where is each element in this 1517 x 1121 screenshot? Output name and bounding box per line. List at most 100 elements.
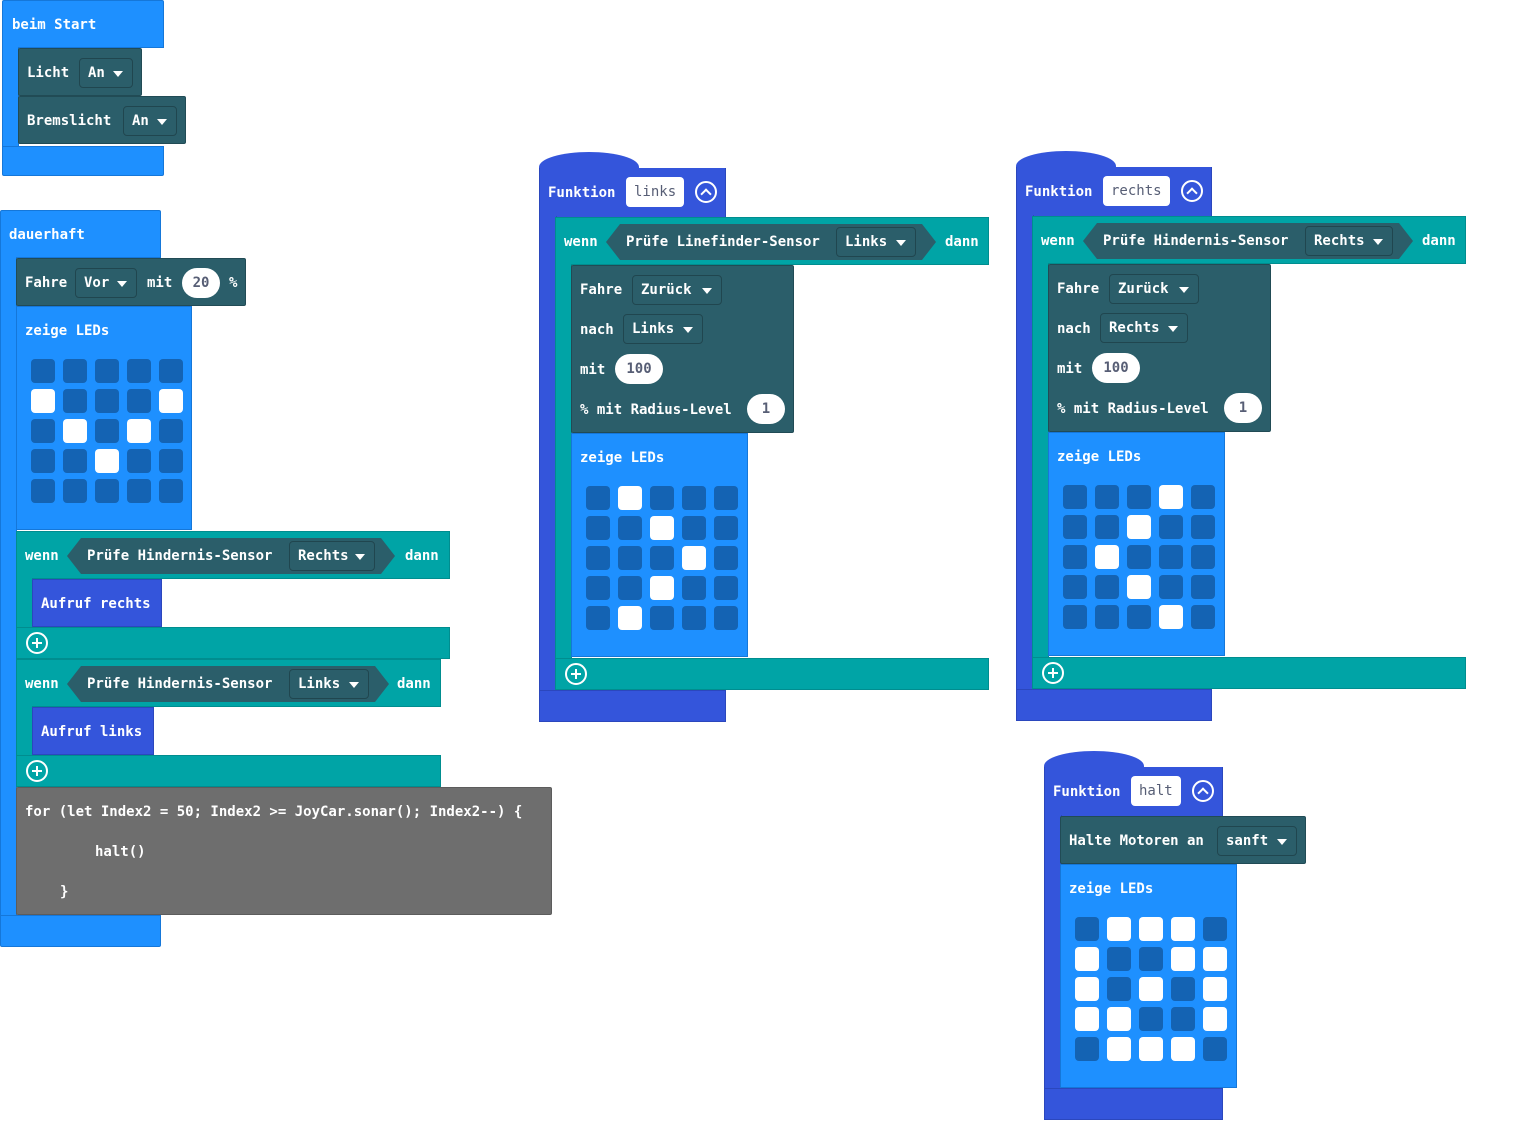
- led-cell[interactable]: [714, 516, 738, 540]
- led-cell[interactable]: [1171, 1007, 1195, 1031]
- led-cell[interactable]: [1191, 575, 1215, 599]
- drive-direction-dropdown[interactable]: Zurück: [1109, 274, 1199, 304]
- turn-direction-dropdown[interactable]: Links: [623, 314, 703, 344]
- led-cell[interactable]: [1075, 1007, 1099, 1031]
- led-cell[interactable]: [650, 486, 674, 510]
- led-cell[interactable]: [127, 389, 151, 413]
- led-cell[interactable]: [714, 546, 738, 570]
- light-block[interactable]: Licht An: [18, 48, 142, 96]
- light-dropdown[interactable]: An: [79, 58, 133, 88]
- add-branch-icon[interactable]: [565, 663, 587, 685]
- check-obstacle-left-block[interactable]: Prüfe Hindernis-Sensor Links: [67, 666, 389, 702]
- led-cell[interactable]: [1203, 1007, 1227, 1031]
- obstacle-side-dropdown[interactable]: Rechts: [1305, 226, 1393, 256]
- led-cell[interactable]: [127, 419, 151, 443]
- led-cell[interactable]: [714, 576, 738, 600]
- led-cell[interactable]: [1139, 917, 1163, 941]
- led-grid[interactable]: [1063, 485, 1219, 633]
- check-linefinder-block[interactable]: Prüfe Linefinder-Sensor Links: [606, 224, 936, 260]
- add-branch-icon[interactable]: [1042, 662, 1064, 684]
- led-cell[interactable]: [618, 606, 642, 630]
- led-cell[interactable]: [1095, 605, 1119, 629]
- led-cell[interactable]: [1075, 947, 1099, 971]
- led-grid[interactable]: [31, 359, 187, 507]
- led-grid[interactable]: [586, 486, 742, 634]
- led-cell[interactable]: [618, 486, 642, 510]
- led-cell[interactable]: [1159, 485, 1183, 509]
- led-cell[interactable]: [63, 359, 87, 383]
- led-cell[interactable]: [586, 576, 610, 600]
- led-cell[interactable]: [682, 576, 706, 600]
- led-cell[interactable]: [1171, 977, 1195, 1001]
- led-cell[interactable]: [95, 419, 119, 443]
- led-cell[interactable]: [1159, 545, 1183, 569]
- led-cell[interactable]: [650, 576, 674, 600]
- led-cell[interactable]: [159, 449, 183, 473]
- led-cell[interactable]: [1107, 1037, 1131, 1061]
- function-links-header[interactable]: Funktion links: [539, 168, 726, 218]
- collapse-icon[interactable]: [1192, 780, 1214, 802]
- function-name-input[interactable]: halt: [1131, 776, 1181, 806]
- drive-direction-dropdown[interactable]: Vor: [75, 268, 137, 298]
- led-cell[interactable]: [1075, 1037, 1099, 1061]
- led-cell[interactable]: [31, 389, 55, 413]
- led-cell[interactable]: [1095, 545, 1119, 569]
- led-cell[interactable]: [159, 389, 183, 413]
- if-right-block[interactable]: wenn Prüfe Hindernis-Sensor Rechts dann: [16, 531, 450, 579]
- led-cell[interactable]: [1063, 605, 1087, 629]
- led-cell[interactable]: [586, 606, 610, 630]
- led-cell[interactable]: [95, 389, 119, 413]
- led-cell[interactable]: [586, 546, 610, 570]
- led-cell[interactable]: [1127, 485, 1151, 509]
- drive-curve-block[interactable]: Fahre Zurück nach Links mit 100 % mit Ra…: [571, 265, 794, 433]
- led-cell[interactable]: [1127, 605, 1151, 629]
- brake-light-dropdown[interactable]: An: [123, 106, 177, 136]
- if-obstacle-footer[interactable]: [1032, 657, 1466, 689]
- function-rechts-header[interactable]: Funktion rechts: [1016, 167, 1212, 217]
- led-cell[interactable]: [1139, 977, 1163, 1001]
- led-cell[interactable]: [1107, 947, 1131, 971]
- led-cell[interactable]: [1107, 977, 1131, 1001]
- led-cell[interactable]: [63, 479, 87, 503]
- led-cell[interactable]: [1139, 1007, 1163, 1031]
- led-cell[interactable]: [1095, 575, 1119, 599]
- radius-input[interactable]: 1: [1224, 393, 1262, 423]
- led-cell[interactable]: [1095, 485, 1119, 509]
- stop-motors-block[interactable]: Halte Motoren an sanft: [1060, 816, 1306, 864]
- led-cell[interactable]: [1159, 575, 1183, 599]
- led-cell[interactable]: [1159, 515, 1183, 539]
- led-cell[interactable]: [1171, 1037, 1195, 1061]
- brake-light-block[interactable]: Bremslicht An: [18, 96, 186, 144]
- function-name-input[interactable]: links: [626, 177, 685, 207]
- led-cell[interactable]: [650, 606, 674, 630]
- led-cell[interactable]: [159, 479, 183, 503]
- function-name-input[interactable]: rechts: [1103, 176, 1170, 206]
- javascript-code-block[interactable]: for (let Index2 = 50; Index2 >= JoyCar.s…: [16, 787, 552, 915]
- radius-input[interactable]: 1: [747, 394, 785, 424]
- forever-block[interactable]: dauerhaft: [0, 210, 161, 258]
- led-cell[interactable]: [1171, 917, 1195, 941]
- add-branch-icon[interactable]: [26, 760, 48, 782]
- show-leds-block[interactable]: zeige LEDs: [16, 306, 192, 530]
- led-cell[interactable]: [1127, 515, 1151, 539]
- speed-input[interactable]: 100: [1092, 353, 1140, 383]
- led-grid[interactable]: [1075, 917, 1231, 1065]
- led-cell[interactable]: [714, 606, 738, 630]
- led-cell[interactable]: [682, 516, 706, 540]
- led-cell[interactable]: [159, 359, 183, 383]
- call-left-block[interactable]: Aufruf links: [32, 707, 154, 755]
- led-cell[interactable]: [682, 486, 706, 510]
- function-halt-header[interactable]: Funktion halt: [1044, 767, 1223, 817]
- led-cell[interactable]: [63, 389, 87, 413]
- led-cell[interactable]: [618, 546, 642, 570]
- led-cell[interactable]: [1127, 545, 1151, 569]
- drive-direction-dropdown[interactable]: Zurück: [632, 275, 722, 305]
- led-cell[interactable]: [1075, 917, 1099, 941]
- led-cell[interactable]: [650, 546, 674, 570]
- if-left-footer[interactable]: [16, 755, 441, 787]
- led-cell[interactable]: [1191, 485, 1215, 509]
- check-obstacle-block[interactable]: Prüfe Hindernis-Sensor Rechts: [1083, 223, 1413, 259]
- led-cell[interactable]: [1063, 515, 1087, 539]
- led-cell[interactable]: [682, 606, 706, 630]
- led-cell[interactable]: [31, 479, 55, 503]
